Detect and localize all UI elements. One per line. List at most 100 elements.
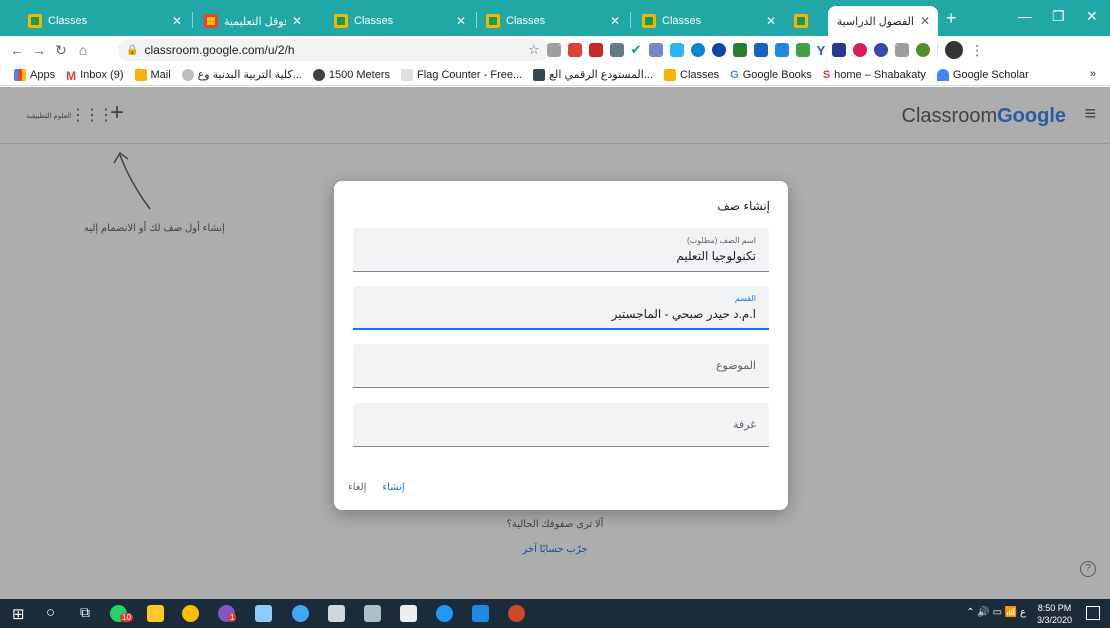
- create-button[interactable]: إنشاء: [382, 482, 404, 493]
- tab-active-classes[interactable]: الفصول الدراسية ✕: [828, 6, 938, 36]
- close-tab-icon[interactable]: ✕: [292, 14, 302, 28]
- search-icon[interactable]: ○: [46, 604, 55, 621]
- tab-classes-4[interactable]: Classes ✕: [634, 6, 784, 36]
- chrome-icon[interactable]: [182, 605, 199, 622]
- maximize-icon[interactable]: ❐: [1052, 8, 1065, 25]
- extension-icon[interactable]: [774, 43, 789, 57]
- windows-start-icon[interactable]: ⊞: [12, 605, 25, 623]
- forward-icon[interactable]: →: [28, 42, 50, 58]
- extension-icon[interactable]: [916, 43, 931, 57]
- link-icon: [312, 68, 325, 81]
- bookmark-college[interactable]: كلية التربية البدنية وع...: [181, 68, 302, 81]
- close-window-icon[interactable]: ✕: [1086, 8, 1098, 25]
- bookmark-label: 1500 Meters: [328, 68, 390, 81]
- bookmarks-bar: Apps M Inbox (9) Mail كلية التربية البدني…: [0, 64, 1110, 86]
- vpn-extension-icon[interactable]: Y: [817, 43, 826, 58]
- tab-google-drive[interactable]: صفوف فوقل التعليمية - ✕: [196, 6, 310, 36]
- subject-field[interactable]: الموضوع: [353, 344, 769, 388]
- bookmark-mail[interactable]: Mail: [134, 68, 171, 81]
- extension-icon[interactable]: [648, 43, 663, 57]
- dialog-title: إنشاء صف: [717, 199, 770, 213]
- bookmark-label: Google Scholar: [952, 68, 1029, 81]
- new-tab-button[interactable]: +: [946, 9, 957, 27]
- dialog-actions: إنشاء إلغاء: [348, 482, 405, 493]
- extension-icon[interactable]: [669, 43, 684, 57]
- telegram-icon[interactable]: [711, 43, 726, 57]
- close-tab-icon[interactable]: ✕: [766, 14, 776, 28]
- system-clock[interactable]: 8:50 PM 3/3/2020: [1037, 602, 1072, 626]
- paint-icon[interactable]: [328, 605, 345, 622]
- room-field[interactable]: غرفة: [353, 403, 769, 447]
- windows-taskbar: ⊞ ○ ⧉ 10 1 ⌃ 🔊 ▭ 📶 ع 8:50 PM 3/3/2020: [0, 599, 1110, 628]
- extension-icon[interactable]: [832, 43, 847, 57]
- tab-title: صفوف فوقل التعليمية -: [224, 15, 286, 28]
- extension-icon[interactable]: [753, 43, 768, 57]
- extension-icon[interactable]: [732, 43, 747, 57]
- file-explorer-icon[interactable]: [147, 605, 164, 622]
- bookmark-inbox[interactable]: M Inbox (9): [66, 68, 124, 83]
- extension-icon[interactable]: [567, 43, 582, 57]
- shabakaty-icon: S: [822, 68, 831, 81]
- close-tab-icon[interactable]: ✕: [172, 14, 182, 28]
- grammarly-icon[interactable]: [690, 43, 705, 57]
- reload-icon[interactable]: ↻: [50, 42, 72, 59]
- clock-date: 3/3/2020: [1036, 615, 1072, 625]
- tab-classes-pinned[interactable]: [786, 6, 818, 36]
- gmail-icon: M: [66, 68, 77, 83]
- profile-avatar[interactable]: [945, 41, 964, 59]
- class-name-field[interactable]: اسم الصف (مطلوب) تكنولوجيا التعليم: [353, 228, 769, 272]
- section-field[interactable]: القسم ا.م.د حيدر صبحي - الماجستير: [353, 286, 769, 330]
- google-icon: G: [730, 68, 739, 81]
- bookmark-repository[interactable]: المستودع الرقمي الع...: [533, 68, 653, 81]
- app-icon[interactable]: [364, 605, 381, 622]
- bookmark-star-icon[interactable]: ☆: [528, 42, 540, 58]
- minimize-icon[interactable]: —: [1018, 8, 1032, 24]
- bookmark-label: Mail: [150, 68, 171, 81]
- bookmark-google-books[interactable]: G Google Books: [730, 69, 812, 81]
- app-icon[interactable]: [255, 605, 272, 622]
- outlook-icon[interactable]: [472, 605, 489, 622]
- bookmarks-overflow-icon[interactable]: »: [1090, 68, 1096, 80]
- field-label: القسم: [734, 294, 756, 303]
- bookmark-classes[interactable]: Classes: [664, 68, 719, 81]
- tab-title: Classes: [48, 15, 88, 27]
- bookmark-shabakaty[interactable]: Shome – Shabakaty: [823, 69, 926, 81]
- navigation-bar: ← → ↻ ⌂ 🔒 classroom.google.com/u/2/h ☆ ✔…: [0, 36, 1110, 64]
- bookmark-apps[interactable]: Apps: [14, 68, 55, 81]
- tab-classes-2[interactable]: Classes ✕: [326, 6, 474, 36]
- messenger-icon[interactable]: [436, 605, 453, 622]
- checkmark-extension-icon[interactable]: ✔: [631, 42, 642, 58]
- close-tab-icon[interactable]: ✕: [920, 14, 930, 28]
- flag-counter-icon: [401, 68, 413, 81]
- back-icon[interactable]: ←: [6, 42, 28, 58]
- extension-icon[interactable]: [874, 43, 889, 57]
- bookmark-label: Inbox (9): [80, 68, 124, 81]
- extension-icon[interactable]: [795, 43, 810, 57]
- internet-explorer-icon[interactable]: [292, 605, 309, 622]
- extension-icon[interactable]: [895, 43, 910, 57]
- bookmark-label: كلية التربية البدنية وع...: [197, 69, 302, 81]
- extension-icon[interactable]: [609, 43, 624, 57]
- notification-center-icon[interactable]: [1086, 606, 1100, 620]
- bookmark-label: المستودع الرقمي الع...: [549, 69, 654, 81]
- calculator-icon[interactable]: [400, 605, 417, 622]
- task-view-icon[interactable]: ⧉: [80, 604, 90, 621]
- browser-menu-icon[interactable]: ⋮: [970, 42, 984, 59]
- tab-classes-1[interactable]: Classes ✕: [20, 6, 190, 36]
- cancel-button[interactable]: إلغاء: [348, 482, 366, 493]
- system-tray-icons[interactable]: ⌃ 🔊 ▭ 📶 ع: [966, 607, 1026, 618]
- field-value: تكنولوجيا التعليم: [676, 249, 756, 263]
- bookmark-google-scholar[interactable]: Google Scholar: [936, 68, 1029, 81]
- home-icon[interactable]: ⌂: [72, 42, 94, 58]
- extension-icon[interactable]: [546, 43, 561, 57]
- bookmark-flag-counter[interactable]: Flag Counter - Free...: [401, 68, 522, 81]
- close-tab-icon[interactable]: ✕: [610, 14, 620, 28]
- close-tab-icon[interactable]: ✕: [456, 14, 466, 28]
- bookmark-1500-meters[interactable]: 1500 Meters: [312, 68, 390, 81]
- address-bar[interactable]: 🔒 classroom.google.com/u/2/h: [118, 39, 550, 61]
- extension-icon[interactable]: [853, 43, 868, 57]
- input-language[interactable]: ع: [1020, 607, 1026, 618]
- pdf-extension-icon[interactable]: [588, 43, 603, 57]
- tab-classes-3[interactable]: Classes ✕: [478, 6, 628, 36]
- powerpoint-icon[interactable]: [508, 605, 525, 622]
